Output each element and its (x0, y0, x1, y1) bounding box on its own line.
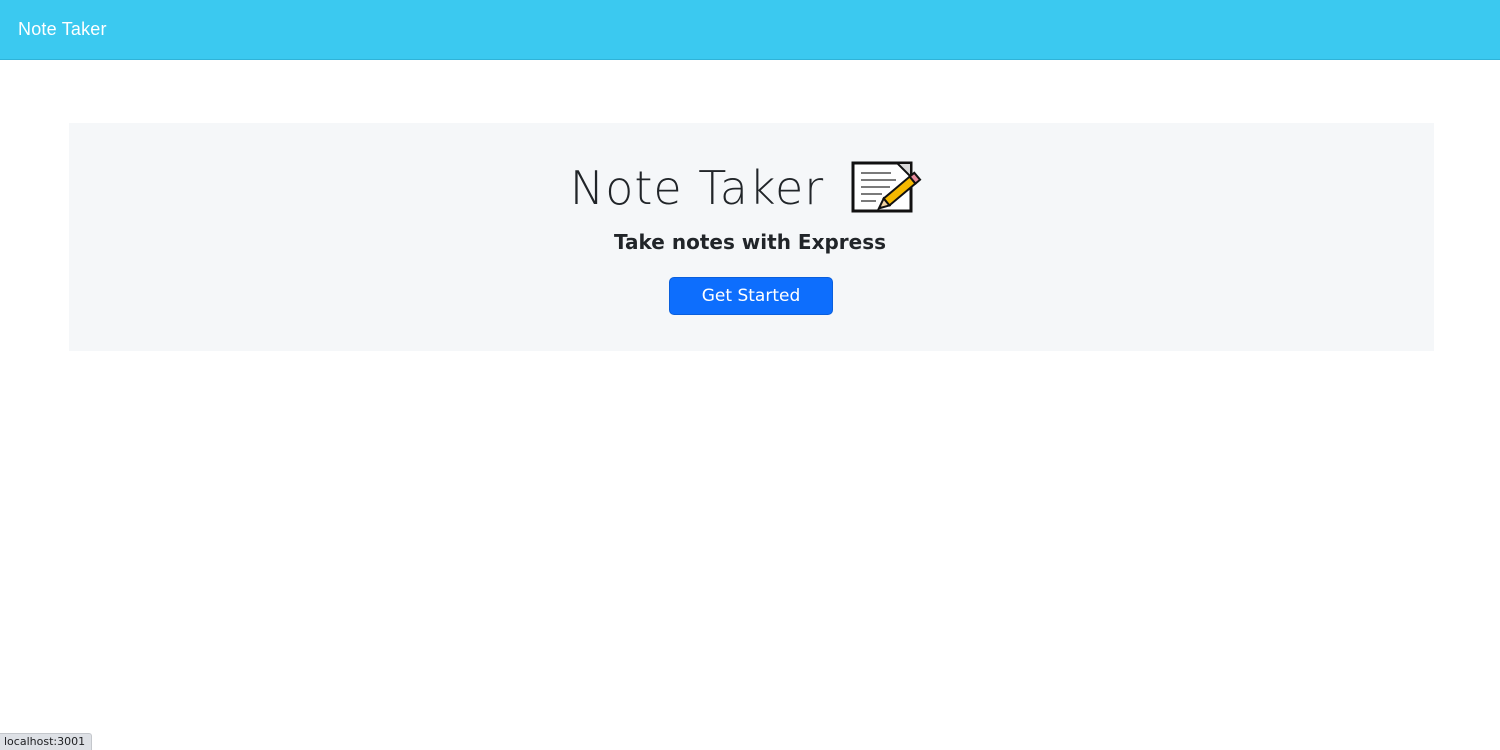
hero-title-row: Note Taker (0, 160, 1500, 216)
get-started-button[interactable]: Get Started (669, 277, 833, 315)
navbar-brand-link[interactable]: Note Taker (18, 19, 107, 40)
hero-subtitle: Take notes with Express (613, 230, 887, 254)
status-bar-url: localhost:3001 (0, 733, 93, 750)
navbar: Note Taker (0, 0, 1500, 60)
page-title: Note Taker (569, 161, 825, 215)
memo-icon (850, 160, 930, 216)
